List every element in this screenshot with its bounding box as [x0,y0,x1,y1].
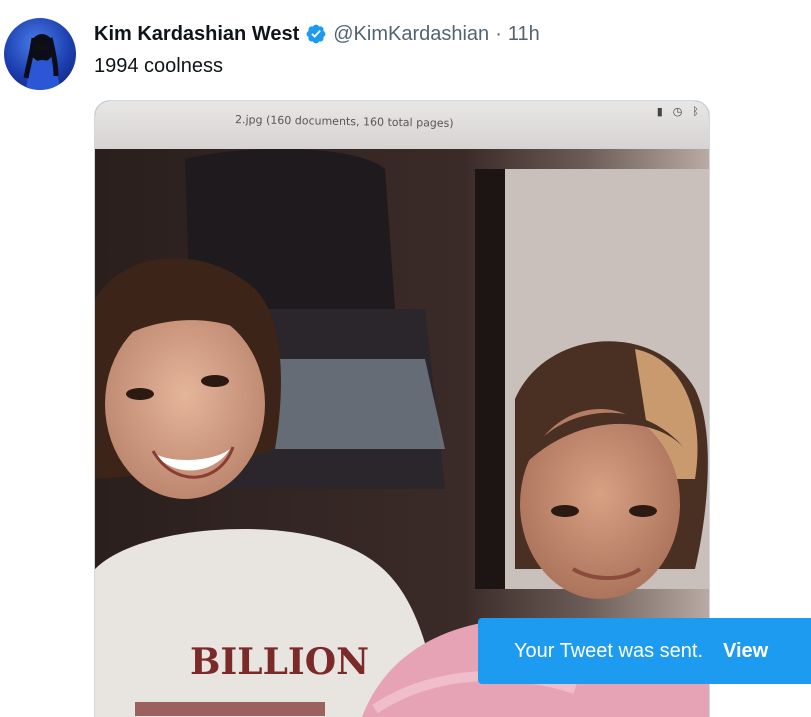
avatar[interactable] [4,18,76,90]
clock-icon: ◷ [672,105,683,118]
tweet-time[interactable]: 11h [508,23,540,46]
verified-badge-icon [305,23,327,45]
toast-message: Your Tweet was sent. [514,639,704,662]
photo-screen-menubar: 2.jpg (160 documents, 160 total pages) ▮… [95,101,709,150]
tweet-header: Kim Kardashian West @KimKardashian · 11h [94,20,540,48]
photo-screen-window-title: 2.jpg (160 documents, 160 total pages) [234,113,454,130]
avatar-image [23,34,60,90]
tweet-sent-toast: Your Tweet was sent. View [478,618,811,684]
author-name[interactable]: Kim Kardashian West [94,23,299,46]
photo-screen-status-icons: ▮ ◷ ᛒ [657,105,699,118]
tweet-text: 1994 coolness [94,55,223,77]
header-separator: · [495,22,502,45]
battery-icon: ▮ [656,105,663,118]
toast-view-link[interactable]: View [723,640,768,663]
shirt-text: BILLION [190,641,369,683]
bluetooth-icon: ᛒ [692,105,699,118]
tweet[interactable]: Kim Kardashian West @KimKardashian · 11h… [0,0,811,717]
author-handle[interactable]: @KimKardashian [333,23,489,46]
